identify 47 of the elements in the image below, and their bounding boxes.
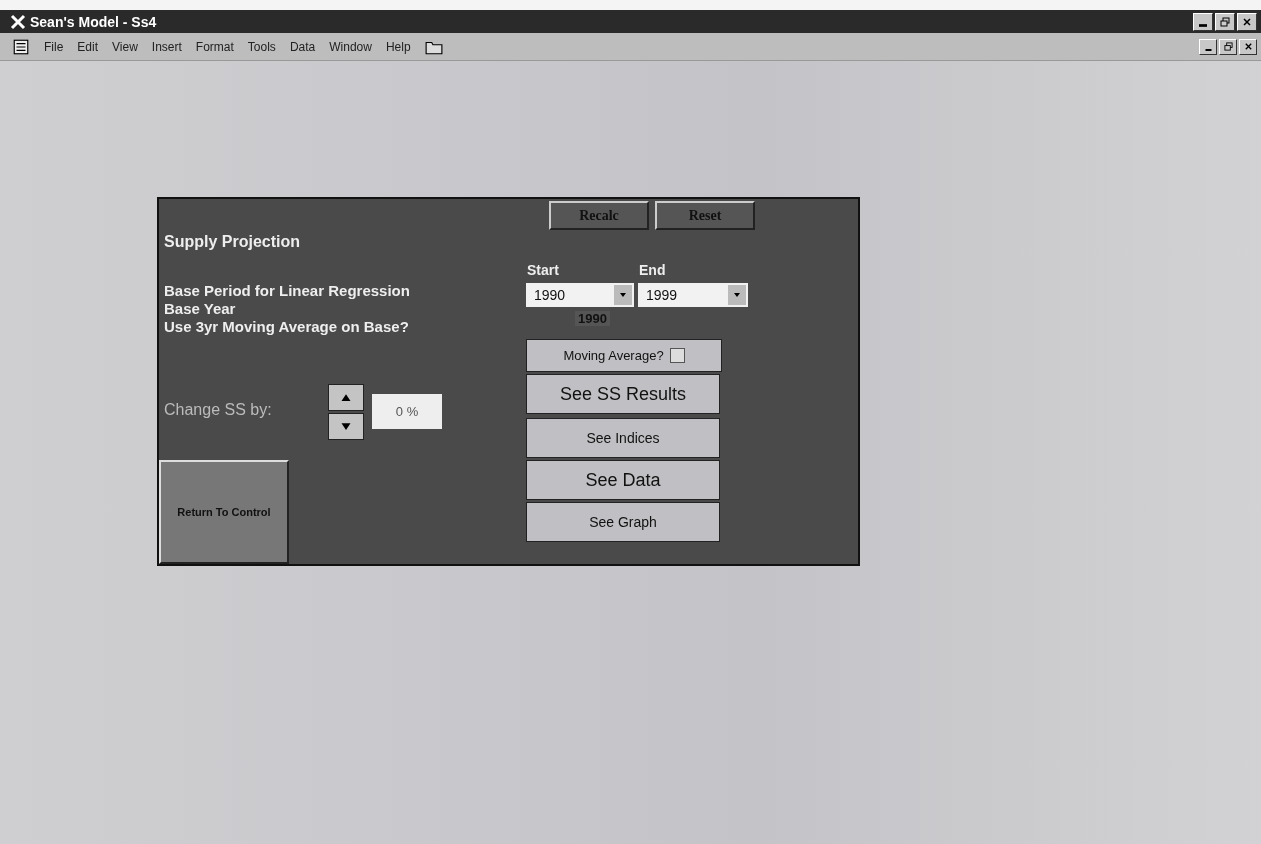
spin-down-button[interactable] bbox=[328, 413, 364, 440]
minimize-icon bbox=[1199, 23, 1207, 27]
close-icon bbox=[1243, 42, 1253, 51]
base-year-label: Base Year bbox=[164, 300, 236, 318]
nav-button[interactable]: See SS Results bbox=[526, 374, 720, 414]
workbook-icon[interactable] bbox=[12, 37, 30, 56]
menu-item[interactable]: View bbox=[112, 39, 138, 54]
menu-item[interactable]: Data bbox=[289, 39, 316, 54]
nav-button[interactable]: See Data bbox=[526, 460, 720, 500]
form-title: Supply Projection bbox=[164, 233, 300, 251]
end-year-dropdown[interactable]: 1999 bbox=[638, 283, 748, 307]
base-year-value: 1990 bbox=[575, 311, 610, 326]
menu-item[interactable]: File bbox=[44, 39, 64, 54]
moving-average-checkbox[interactable]: Moving Average? bbox=[526, 339, 722, 372]
restore-icon bbox=[1223, 42, 1233, 51]
close-button[interactable] bbox=[1239, 38, 1257, 55]
start-year-dropdown[interactable]: 1990 bbox=[526, 283, 634, 307]
menu-item[interactable]: Tools bbox=[247, 39, 276, 54]
menu-item[interactable]: Window bbox=[329, 39, 372, 54]
nav-button[interactable]: See Graph bbox=[526, 502, 720, 542]
minimize-button[interactable] bbox=[1193, 12, 1213, 31]
app-icon bbox=[10, 13, 26, 30]
menu-item[interactable]: Insert bbox=[151, 39, 182, 54]
spin-up-button[interactable] bbox=[328, 384, 364, 411]
up-arrow-icon bbox=[340, 393, 352, 402]
dropdown-arrow-icon bbox=[733, 291, 741, 299]
return-to-control-button[interactable]: Return To Control bbox=[159, 460, 289, 564]
close-icon bbox=[1242, 16, 1252, 27]
base-period-label: Base Period for Linear Regression bbox=[164, 282, 410, 300]
change-input-field[interactable]: 0 % bbox=[372, 394, 442, 429]
menu-item[interactable]: Edit bbox=[77, 39, 99, 54]
minimize-button[interactable] bbox=[1199, 38, 1217, 55]
restore-button[interactable] bbox=[1219, 38, 1237, 55]
end-label: End bbox=[639, 261, 666, 279]
change-ss-label: Change SS by: bbox=[164, 401, 272, 419]
restore-icon bbox=[1220, 16, 1230, 27]
down-arrow-icon bbox=[340, 422, 352, 431]
start-label: Start bbox=[527, 261, 559, 279]
moving-average-label: Use 3yr Moving Average on Base? bbox=[164, 318, 409, 336]
close-button[interactable] bbox=[1237, 12, 1257, 31]
minimize-icon bbox=[1204, 49, 1212, 51]
window-title: Sean's Model - Ss4 bbox=[30, 13, 157, 30]
menu-item[interactable]: Format bbox=[195, 39, 234, 54]
nav-button[interactable]: See Indices bbox=[526, 418, 720, 458]
restore-button[interactable] bbox=[1215, 12, 1235, 31]
dropdown-arrow-icon bbox=[619, 291, 627, 299]
menu-item[interactable]: Help bbox=[385, 39, 411, 54]
